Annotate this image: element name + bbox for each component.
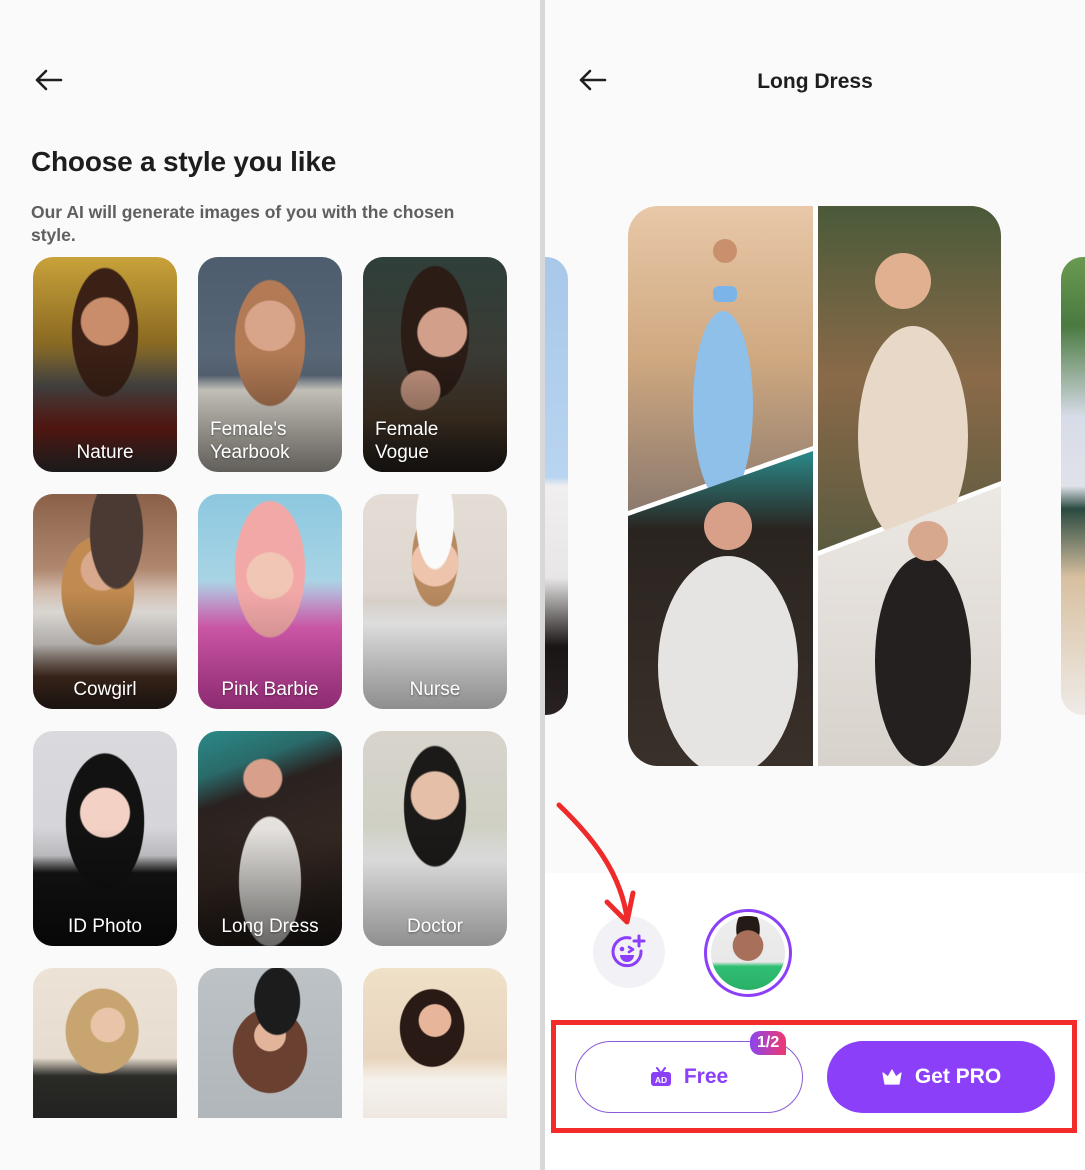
style-card-cowgirl[interactable]: Cowgirl — [33, 494, 177, 709]
style-card-id-photo[interactable]: ID Photo — [33, 731, 177, 946]
pro-button-label: Get PRO — [914, 1065, 1002, 1088]
page-title: Choose a style you like — [31, 146, 337, 177]
style-card-nurse[interactable]: Nurse — [363, 494, 507, 709]
style-card-females-yearbook[interactable]: Female's Yearbook — [198, 257, 342, 472]
page-subtitle: Our AI will generate images of you with … — [31, 202, 455, 245]
style-thumbnail — [33, 968, 177, 1118]
style-label: Pink Barbie — [221, 679, 319, 700]
free-uses-badge: 1/2 — [750, 1031, 787, 1055]
arrow-left-icon — [35, 69, 63, 91]
free-button-label: Free — [683, 1065, 729, 1088]
style-label: Nurse — [409, 679, 461, 700]
carousel-next-card[interactable] — [1061, 257, 1085, 715]
style-card-nature[interactable]: Nature — [33, 257, 177, 472]
collage-frames — [628, 206, 1001, 766]
style-card-pink-barbie[interactable]: Pink Barbie — [198, 494, 342, 709]
face-add-icon — [611, 934, 646, 968]
style-thumbnail — [198, 968, 342, 1118]
ad-tv-icon: AD — [650, 1067, 671, 1086]
avatar-photo — [711, 916, 785, 990]
svg-text:AD: AD — [655, 1075, 667, 1085]
style-picker-screen: Choose a style you like Our AI will gene… — [0, 0, 540, 1170]
style-label: Cowgirl — [73, 679, 137, 700]
get-pro-button[interactable]: Get PRO — [827, 1041, 1055, 1113]
style-card[interactable] — [363, 968, 507, 1118]
style-label: Long Dress — [221, 916, 319, 937]
style-label: Female Vogue — [375, 419, 439, 463]
style-card-doctor[interactable]: Doctor — [363, 731, 507, 946]
detail-title: Long Dress — [757, 70, 873, 93]
style-label: ID Photo — [68, 916, 142, 937]
style-detail-screen: Long Dress AD Free 1/2 Get PRO — [545, 0, 1085, 1170]
bottom-action-sheet: AD Free 1/2 Get PRO — [545, 873, 1085, 1170]
style-label: Female's Yearbook — [210, 419, 290, 463]
style-card[interactable] — [198, 968, 342, 1118]
crown-icon — [882, 1069, 902, 1085]
style-card-long-dress[interactable]: Long Dress — [198, 731, 342, 946]
style-thumbnail — [363, 968, 507, 1118]
style-label: Doctor — [407, 916, 463, 937]
style-card[interactable] — [33, 968, 177, 1118]
style-preview-collage[interactable] — [628, 206, 1001, 766]
back-button[interactable] — [30, 62, 66, 98]
style-card-female-vogue[interactable]: Female Vogue — [363, 257, 507, 472]
style-label: Nature — [76, 442, 134, 463]
selected-face-avatar[interactable] — [704, 909, 792, 997]
add-face-button[interactable] — [593, 916, 665, 988]
carousel-prev-card[interactable] — [545, 257, 568, 715]
